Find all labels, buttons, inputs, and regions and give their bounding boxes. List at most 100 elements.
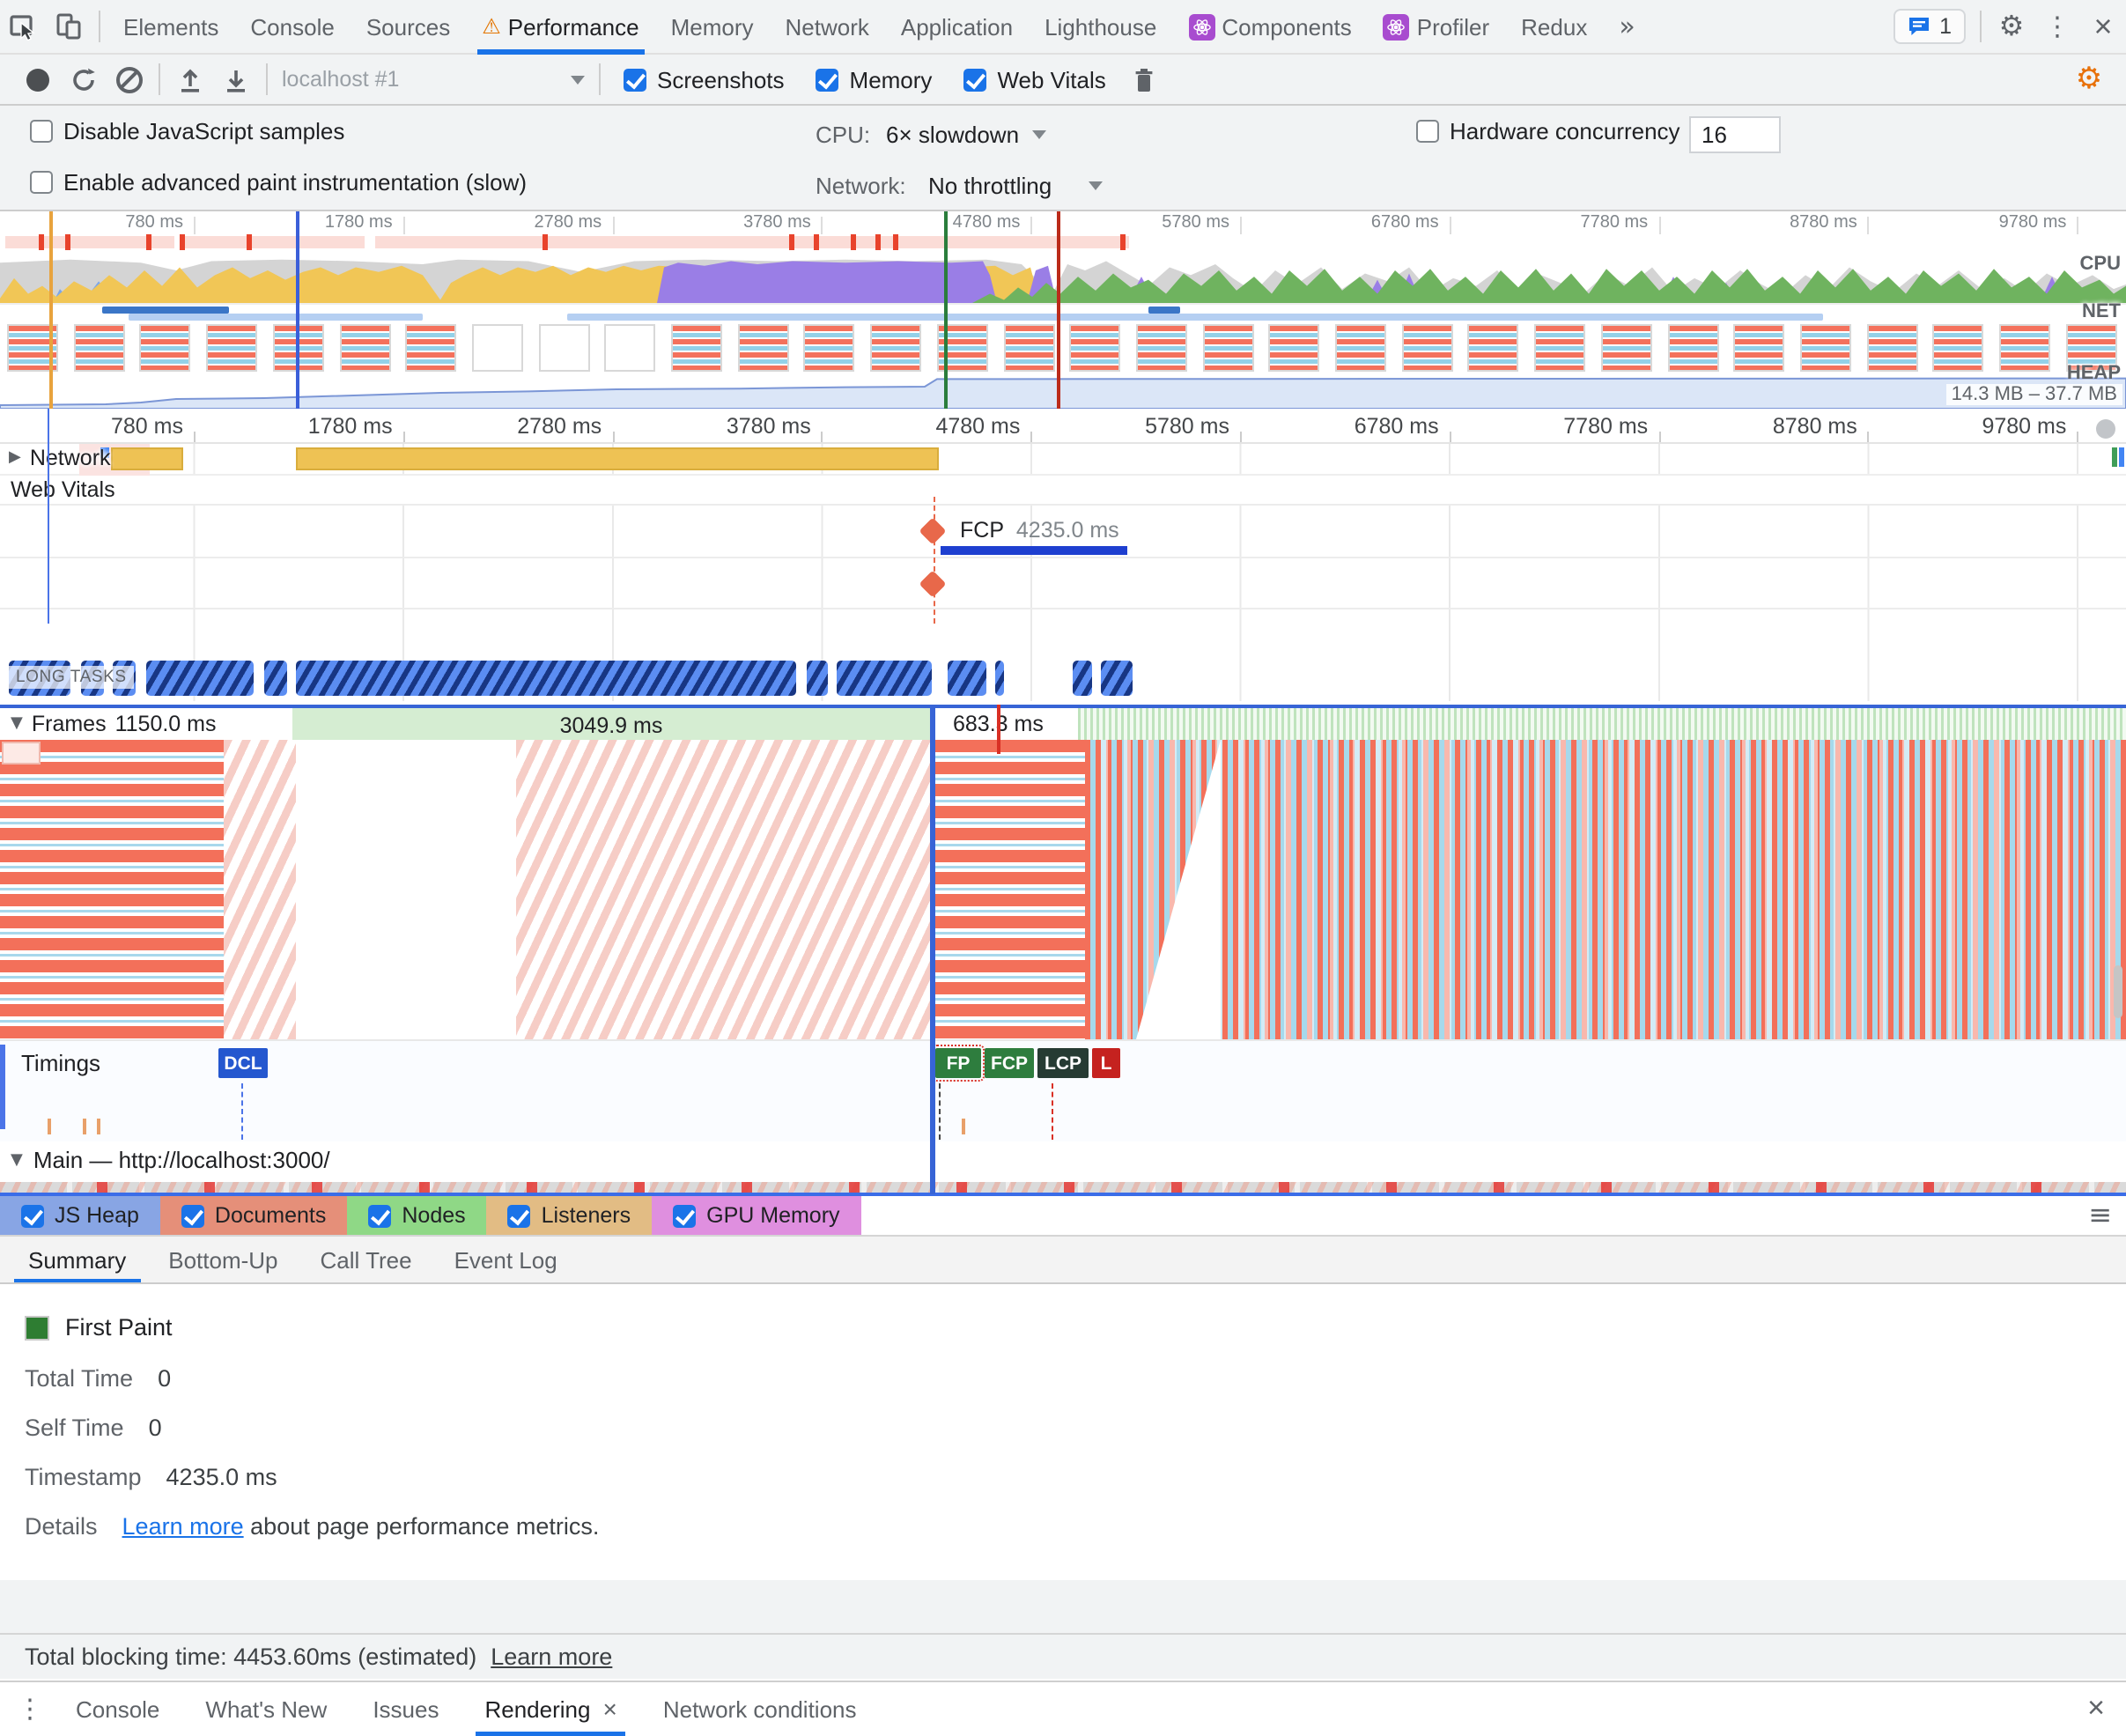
tab-console[interactable]: Console: [234, 0, 350, 54]
tab-summary[interactable]: Summary: [7, 1237, 147, 1282]
timings-track-label[interactable]: Timings: [21, 1050, 100, 1076]
nodes-counter-checkbox[interactable]: Nodes: [347, 1196, 486, 1235]
capture-settings-gear-icon[interactable]: ⚙: [2066, 56, 2112, 102]
frame-screenshot-block[interactable]: [935, 740, 1085, 1039]
drawer-kebab-icon[interactable]: ⋮: [7, 1686, 53, 1732]
filmstrip-thumbnail[interactable]: [1601, 324, 1652, 372]
frames-track-header[interactable]: ▼ Frames 1150.0 ms: [11, 712, 217, 736]
tab-components[interactable]: Components: [1172, 0, 1367, 54]
listeners-counter-checkbox[interactable]: Listeners: [487, 1196, 652, 1235]
filmstrip-thumbnail[interactable]: [1667, 324, 1718, 372]
filmstrip-thumbnail[interactable]: [1335, 324, 1386, 372]
learn-more-link[interactable]: Learn more: [122, 1513, 244, 1540]
long-task-bar[interactable]: [1073, 661, 1092, 696]
network-track[interactable]: ▶ Network: [0, 444, 2126, 476]
overview-marker-red[interactable]: [1057, 211, 1059, 409]
drawer-tab-rendering[interactable]: Rendering ×: [461, 1681, 639, 1736]
filmstrip-thumbnail[interactable]: [671, 324, 722, 372]
long-task-bar[interactable]: [837, 661, 932, 696]
network-request-bar[interactable]: [2112, 447, 2117, 467]
filmstrip-thumbnail[interactable]: [1003, 324, 1054, 372]
reload-and-record-button[interactable]: [60, 56, 106, 102]
drawer-tab-console[interactable]: Console: [53, 1681, 182, 1736]
filmstrip-thumbnail[interactable]: [1202, 324, 1253, 372]
clear-button[interactable]: [106, 56, 151, 102]
overview-marker-orange[interactable]: [49, 211, 52, 409]
more-tabs-button[interactable]: »: [1603, 0, 1650, 54]
network-throttle-select[interactable]: No throttling: [928, 173, 1103, 199]
tab-performance[interactable]: ⚠ Performance: [466, 0, 654, 54]
web-vitals-header[interactable]: Web Vitals: [0, 476, 2126, 504]
load-profile-icon[interactable]: [167, 56, 213, 102]
advanced-paint-checkbox[interactable]: Enable advanced paint instrumentation (s…: [30, 169, 527, 196]
network-request-bar[interactable]: [2119, 447, 2124, 467]
hardware-concurrency-input[interactable]: [1689, 116, 1781, 153]
fcp-diamond-marker[interactable]: [919, 570, 946, 597]
tab-sources[interactable]: Sources: [351, 0, 466, 54]
collapsed-chevron-icon[interactable]: ▶: [9, 449, 21, 467]
tab-redux[interactable]: Redux: [1505, 0, 1603, 54]
expanded-chevron-icon[interactable]: ▼: [11, 715, 23, 733]
tab-call-tree[interactable]: Call Tree: [299, 1237, 433, 1282]
filmstrip-thumbnail[interactable]: [1933, 324, 1984, 372]
expanded-chevron-icon[interactable]: ▼: [11, 1151, 23, 1169]
tab-lighthouse[interactable]: Lighthouse: [1029, 0, 1172, 54]
cpu-throttle-select[interactable]: 6× slowdown: [886, 122, 1045, 148]
screenshots-checkbox[interactable]: Screenshots: [624, 66, 785, 92]
frames-selection-divider[interactable]: [930, 705, 934, 1194]
kebab-menu-icon[interactable]: ⋮: [2034, 4, 2080, 49]
long-task-bar[interactable]: [995, 661, 1004, 696]
dcl-badge[interactable]: DCL: [218, 1048, 268, 1078]
tab-profiler[interactable]: Profiler: [1368, 0, 1505, 54]
console-messages-chip[interactable]: 1: [1893, 9, 1966, 44]
hardware-concurrency-checkbox[interactable]: Hardware concurrency: [1416, 118, 1680, 144]
js-heap-counter-checkbox[interactable]: JS Heap: [0, 1196, 160, 1235]
close-tab-icon[interactable]: ×: [602, 1696, 616, 1721]
fp-badge[interactable]: FP: [935, 1048, 981, 1078]
filmstrip-thumbnail[interactable]: [737, 324, 788, 372]
history-select[interactable]: localhost #1: [282, 67, 585, 92]
long-task-bar[interactable]: [948, 661, 986, 696]
tab-network[interactable]: Network: [770, 0, 885, 54]
filmstrip-thumbnail[interactable]: [1136, 324, 1187, 372]
tab-elements[interactable]: Elements: [107, 0, 234, 54]
disable-js-samples-checkbox[interactable]: Disable JavaScript samples: [30, 118, 344, 144]
main-thread-track[interactable]: ▼ Main — http://localhost:3000/: [0, 1141, 2126, 1196]
trash-icon[interactable]: [1122, 56, 1168, 102]
frame-screenshot-stripes[interactable]: [1085, 740, 2126, 1039]
lcp-badge[interactable]: LCP: [1037, 1048, 1089, 1078]
network-track-header[interactable]: ▶ Network: [9, 446, 111, 470]
drawer-tab-issues[interactable]: Issues: [350, 1681, 461, 1736]
close-devtools-icon[interactable]: ×: [2080, 4, 2126, 49]
frame-duration-block[interactable]: 3049.9 ms: [292, 708, 930, 743]
frame-screenshot-block[interactable]: [0, 740, 224, 1039]
main-thread-flamechart-top[interactable]: [0, 1182, 2126, 1193]
save-profile-icon[interactable]: [213, 56, 259, 102]
filmstrip-thumbnail[interactable]: [206, 324, 257, 372]
fcp-badge[interactable]: FCP: [985, 1048, 1034, 1078]
record-button[interactable]: [14, 56, 60, 102]
network-request-bar[interactable]: [111, 447, 183, 470]
filmstrip-thumbnail[interactable]: [1468, 324, 1519, 372]
vertical-scrollbar-thumb[interactable]: [2114, 965, 2122, 1018]
long-task-bar[interactable]: [146, 661, 254, 696]
overview-marker-green[interactable]: [944, 211, 947, 409]
filmstrip-thumbnail[interactable]: [1800, 324, 1851, 372]
timeline-overview[interactable]: 780 ms1780 ms2780 ms3780 ms4780 ms5780 m…: [0, 211, 2126, 409]
network-request-bar[interactable]: [296, 447, 939, 470]
main-track-header[interactable]: ▼ Main — http://localhost:3000/: [11, 1147, 330, 1173]
filmstrip-thumbnail[interactable]: [472, 324, 523, 372]
long-task-bar[interactable]: [264, 661, 287, 696]
drawer-tab-whats-new[interactable]: What's New: [182, 1681, 350, 1736]
web-vitals-checkbox[interactable]: Web Vitals: [963, 66, 1105, 92]
frames-header-row[interactable]: 3049.9 ms ▼ Frames 1150.0 ms 683.3 ms: [0, 705, 2126, 740]
tbt-learn-more-link[interactable]: Learn more: [491, 1644, 612, 1670]
tab-bottom-up[interactable]: Bottom-Up: [147, 1237, 299, 1282]
filmstrip-thumbnail[interactable]: [339, 324, 390, 372]
fcp-diamond-marker[interactable]: [919, 517, 946, 544]
inspect-element-icon[interactable]: [0, 4, 46, 49]
long-task-bar[interactable]: [807, 661, 828, 696]
device-toolbar-icon[interactable]: [46, 4, 92, 49]
documents-counter-checkbox[interactable]: Documents: [160, 1196, 347, 1235]
filmstrip-thumbnail[interactable]: [804, 324, 855, 372]
